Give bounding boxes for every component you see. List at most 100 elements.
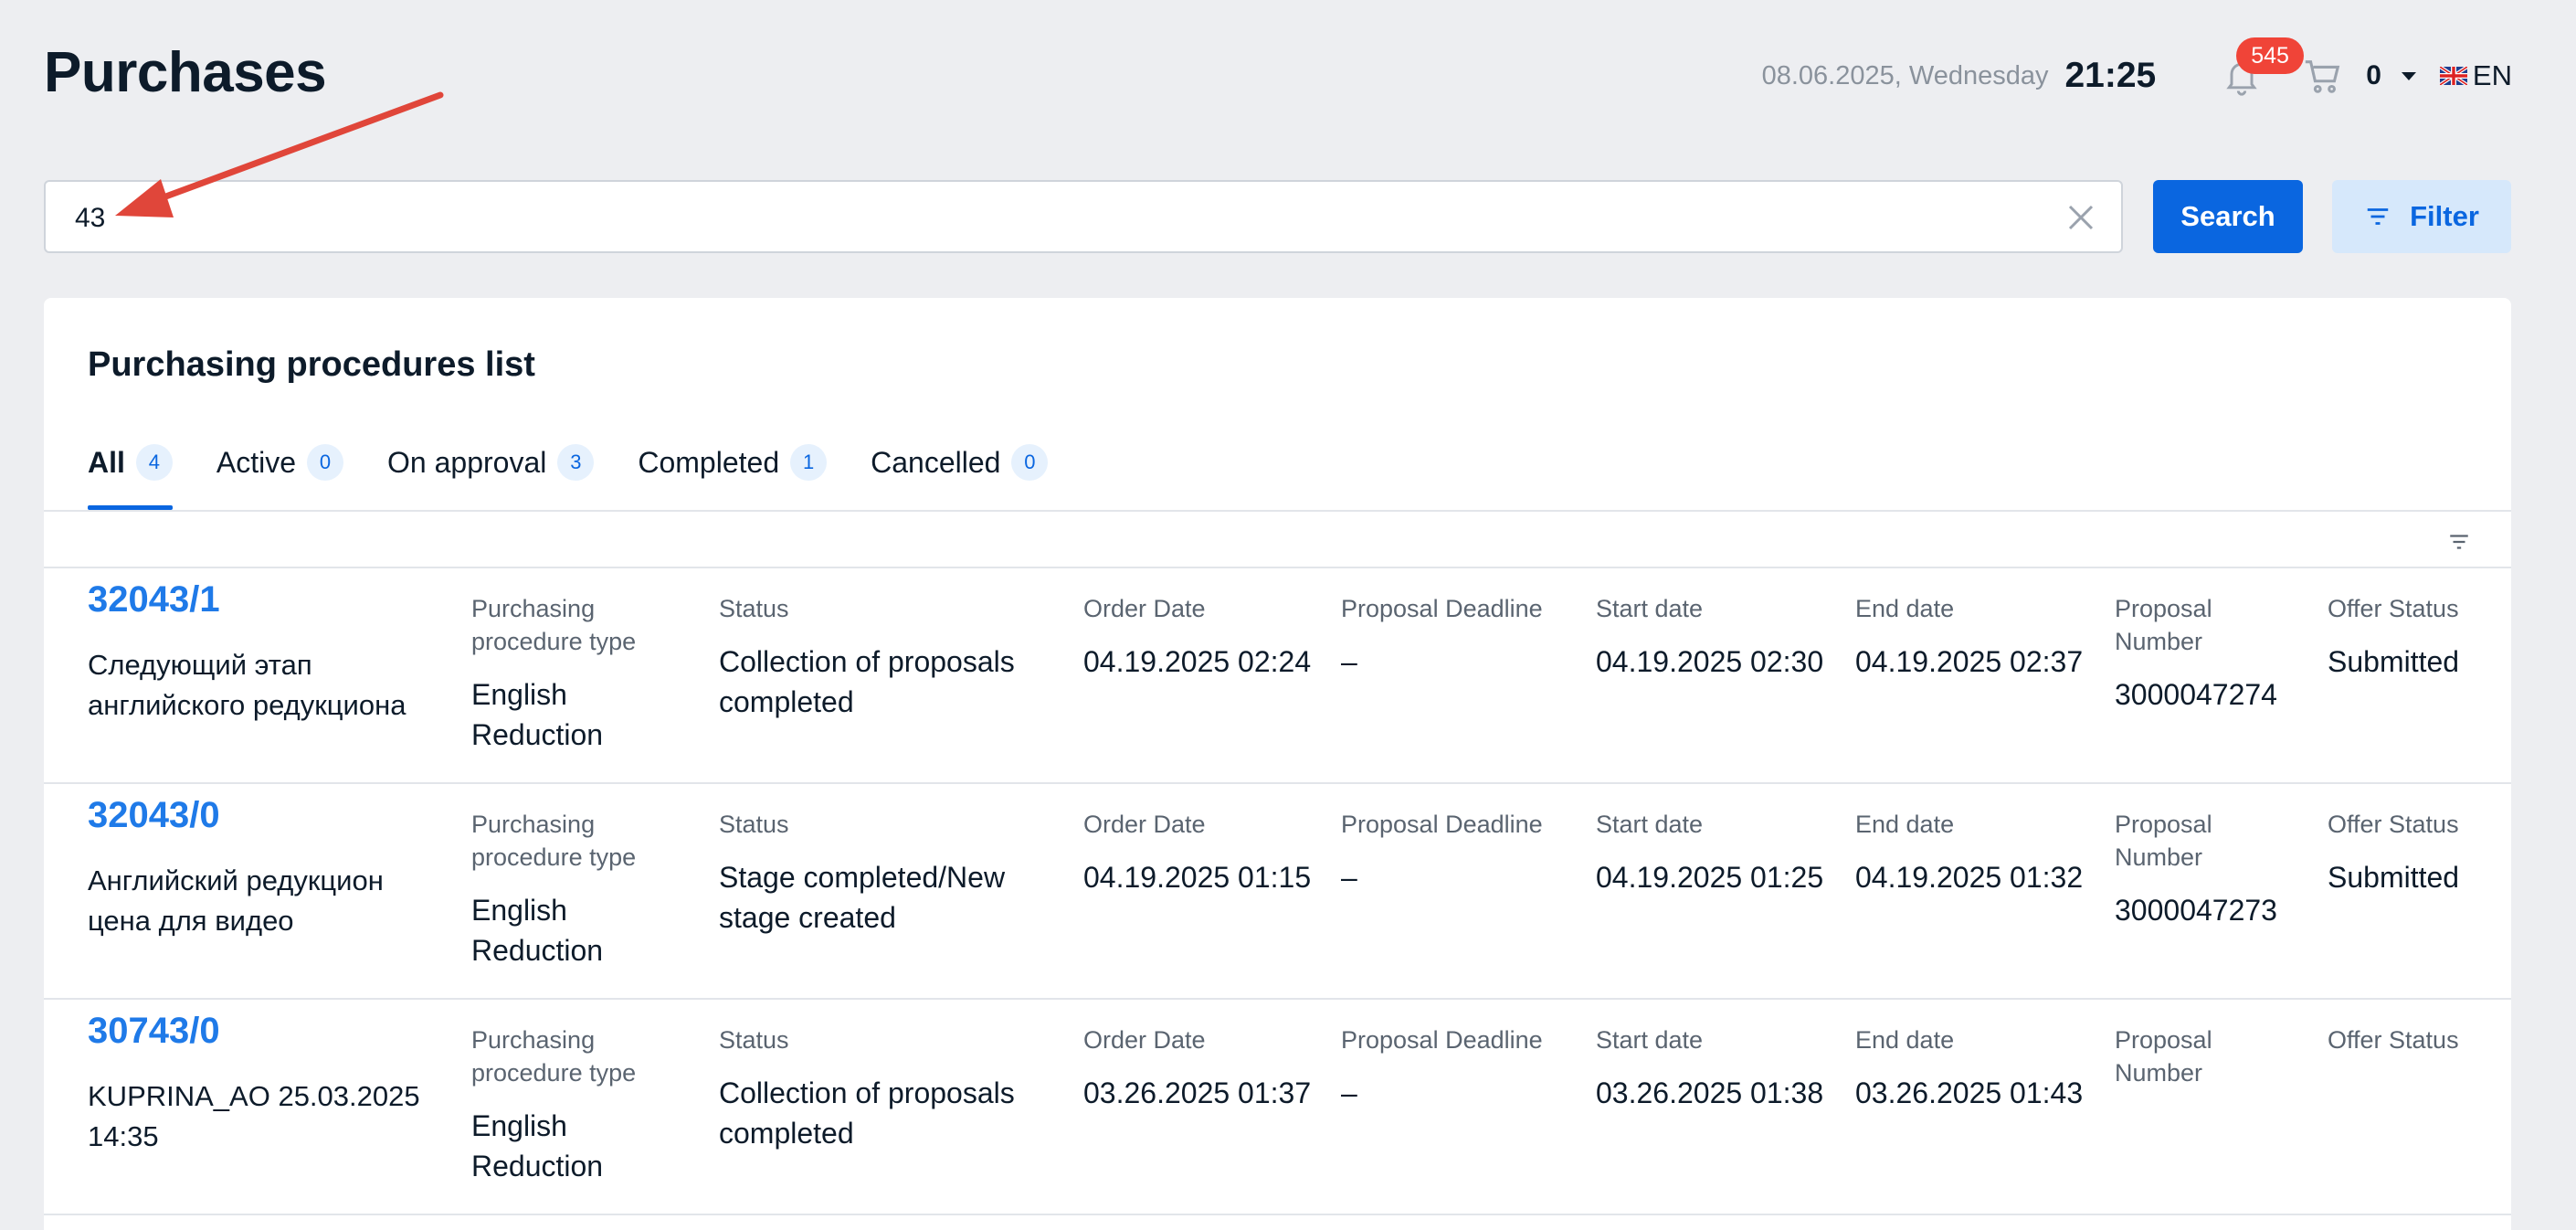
table-row[interactable]: 30743/0 KUPRINA_AO 25.03.2025 14:35 Purc… xyxy=(44,1000,2511,1215)
tab-label: Active xyxy=(216,446,297,479)
cart-icon[interactable] xyxy=(2302,55,2344,97)
column-label: Start date xyxy=(1596,1026,1704,1054)
cell-value: 3000047274 xyxy=(2115,678,2277,711)
tab-active[interactable]: Active 0 xyxy=(216,444,344,510)
cell-value: – xyxy=(1341,861,1357,894)
proposal-number-cell: Proposal Number xyxy=(2115,1023,2297,1106)
procedure-name: Английский редукцион цена для видео xyxy=(88,864,384,937)
cell-value: 03.26.2025 01:38 xyxy=(1596,1076,1824,1109)
tab-all[interactable]: All 4 xyxy=(88,444,173,510)
column-label: Proposal Number xyxy=(2115,811,2212,871)
cell-value: 04.19.2025 01:25 xyxy=(1596,861,1824,894)
notifications-button[interactable]: 545 xyxy=(2222,37,2304,96)
tab-on-approval[interactable]: On approval 3 xyxy=(387,444,595,510)
notifications-badge: 545 xyxy=(2236,37,2304,74)
column-label: Proposal Deadline xyxy=(1341,595,1543,622)
table-row[interactable]: 32043/0 Английский редукцион цена для ви… xyxy=(44,784,2511,1000)
close-icon[interactable] xyxy=(2064,201,2097,234)
proposal-number-cell: Proposal Number 3000047273 xyxy=(2115,808,2297,930)
column-label: Proposal Number xyxy=(2115,595,2212,655)
order-date-cell: Order Date 04.19.2025 02:24 xyxy=(1083,592,1339,682)
filter-button-label: Filter xyxy=(2410,200,2479,232)
cell-value: 04.19.2025 01:15 xyxy=(1083,861,1312,894)
tab-label: On approval xyxy=(387,446,547,479)
column-label: End date xyxy=(1855,811,1955,838)
status-cell: Status Collection of proposals completed xyxy=(719,1023,1066,1153)
cell-value: 03.26.2025 01:37 xyxy=(1083,1076,1312,1109)
current-time: 21:25 xyxy=(2064,56,2157,95)
cell-value: – xyxy=(1341,1076,1357,1109)
cell-value: Submitted xyxy=(2328,645,2460,678)
cell-value: Stage completed/New stage created xyxy=(719,861,1006,934)
column-label: End date xyxy=(1855,1026,1955,1054)
tab-count: 3 xyxy=(557,444,595,481)
sort-icon[interactable] xyxy=(2447,530,2471,554)
cell-value: 03.26.2025 01:43 xyxy=(1855,1076,2084,1109)
column-label: Proposal Deadline xyxy=(1341,811,1543,838)
cell-value: 04.19.2025 01:32 xyxy=(1855,861,2084,894)
cell-value: English Reduction xyxy=(471,894,604,967)
proposal-number-cell: Proposal Number 3000047274 xyxy=(2115,592,2297,715)
tab-count: 4 xyxy=(135,444,173,481)
column-label: Order Date xyxy=(1083,1026,1206,1054)
procedures-card: Purchasing procedures list All 4 Active … xyxy=(44,298,2511,1230)
column-label: Purchasing procedure type xyxy=(471,595,637,655)
column-label: Offer Status xyxy=(2328,1026,2459,1054)
tab-completed[interactable]: Completed 1 xyxy=(638,444,828,510)
topbar: 08.06.2025, Wednesday 21:25 545 0 EN xyxy=(1761,37,2512,101)
search-button[interactable]: Search xyxy=(2153,180,2303,253)
procedure-id-link[interactable]: 32043/1 xyxy=(88,579,220,620)
table-row[interactable]: 32043/1 Следующий этап английского редук… xyxy=(44,568,2511,784)
end-date-cell: End date 04.19.2025 01:32 xyxy=(1855,808,2111,897)
status-tabs: All 4 Active 0 On approval 3 Completed 1… xyxy=(88,444,1092,510)
status-cell: Status Stage completed/New stage created xyxy=(719,808,1066,938)
column-label: Status xyxy=(719,595,789,622)
procedure-name: KUPRINA_AO 25.03.2025 14:35 xyxy=(88,1080,420,1152)
deadline-cell: Proposal Deadline – xyxy=(1341,592,1588,682)
offer-status-cell: Offer Status xyxy=(2328,1023,2492,1073)
cell-value: Collection of proposals completed xyxy=(719,1076,1015,1150)
page-title: Purchases xyxy=(44,41,327,104)
procedure-id-link[interactable]: 32043/0 xyxy=(88,795,220,836)
column-label: Purchasing procedure type xyxy=(471,1026,637,1087)
tab-count: 1 xyxy=(790,444,828,481)
cell-value: – xyxy=(1341,645,1357,678)
status-cell: Status Collection of proposals completed xyxy=(719,592,1066,722)
procedure-name: Следующий этап английского редукциона xyxy=(88,649,406,721)
column-label: Offer Status xyxy=(2328,811,2459,838)
cell-value: English Reduction xyxy=(471,1109,604,1182)
current-date: 08.06.2025, Wednesday xyxy=(1761,60,2049,90)
cell-value: 04.19.2025 02:30 xyxy=(1596,645,1824,678)
column-label: Start date xyxy=(1596,811,1704,838)
end-date-cell: End date 03.26.2025 01:43 xyxy=(1855,1023,2111,1113)
list-title: Purchasing procedures list xyxy=(88,345,535,384)
offer-status-cell: Offer Status Submitted xyxy=(2328,808,2492,897)
chevron-down-icon[interactable] xyxy=(2401,71,2416,80)
tab-count: 0 xyxy=(307,444,344,481)
tab-cancelled[interactable]: Cancelled 0 xyxy=(871,444,1049,510)
tab-label: Cancelled xyxy=(871,446,1001,479)
start-date-cell: Start date 04.19.2025 02:30 xyxy=(1596,592,1852,682)
uk-flag-icon xyxy=(2439,67,2467,85)
cell-value: English Reduction xyxy=(471,678,604,751)
order-date-cell: Order Date 03.26.2025 01:37 xyxy=(1083,1023,1339,1113)
language-selector[interactable]: EN xyxy=(2473,59,2512,92)
procedure-id-link[interactable]: 30743/0 xyxy=(88,1011,220,1052)
search-field[interactable] xyxy=(44,180,2123,253)
column-label: Status xyxy=(719,1026,789,1054)
column-label: Purchasing procedure type xyxy=(471,811,637,871)
filter-button[interactable]: Filter xyxy=(2332,180,2511,253)
offer-status-cell: Offer Status Submitted xyxy=(2328,592,2492,682)
cell-value: 04.19.2025 02:37 xyxy=(1855,645,2084,678)
start-date-cell: Start date 03.26.2025 01:38 xyxy=(1596,1023,1852,1113)
cell-value: 04.19.2025 02:24 xyxy=(1083,645,1312,678)
column-label: Status xyxy=(719,811,789,838)
column-label: End date xyxy=(1855,595,1955,622)
column-label: Proposal Deadline xyxy=(1341,1026,1543,1054)
tab-label: Completed xyxy=(638,446,780,479)
tab-label: All xyxy=(88,446,125,479)
cell-value: 3000047273 xyxy=(2115,894,2277,927)
search-input[interactable] xyxy=(75,198,1993,239)
column-label: Order Date xyxy=(1083,811,1206,838)
deadline-cell: Proposal Deadline – xyxy=(1341,808,1588,897)
